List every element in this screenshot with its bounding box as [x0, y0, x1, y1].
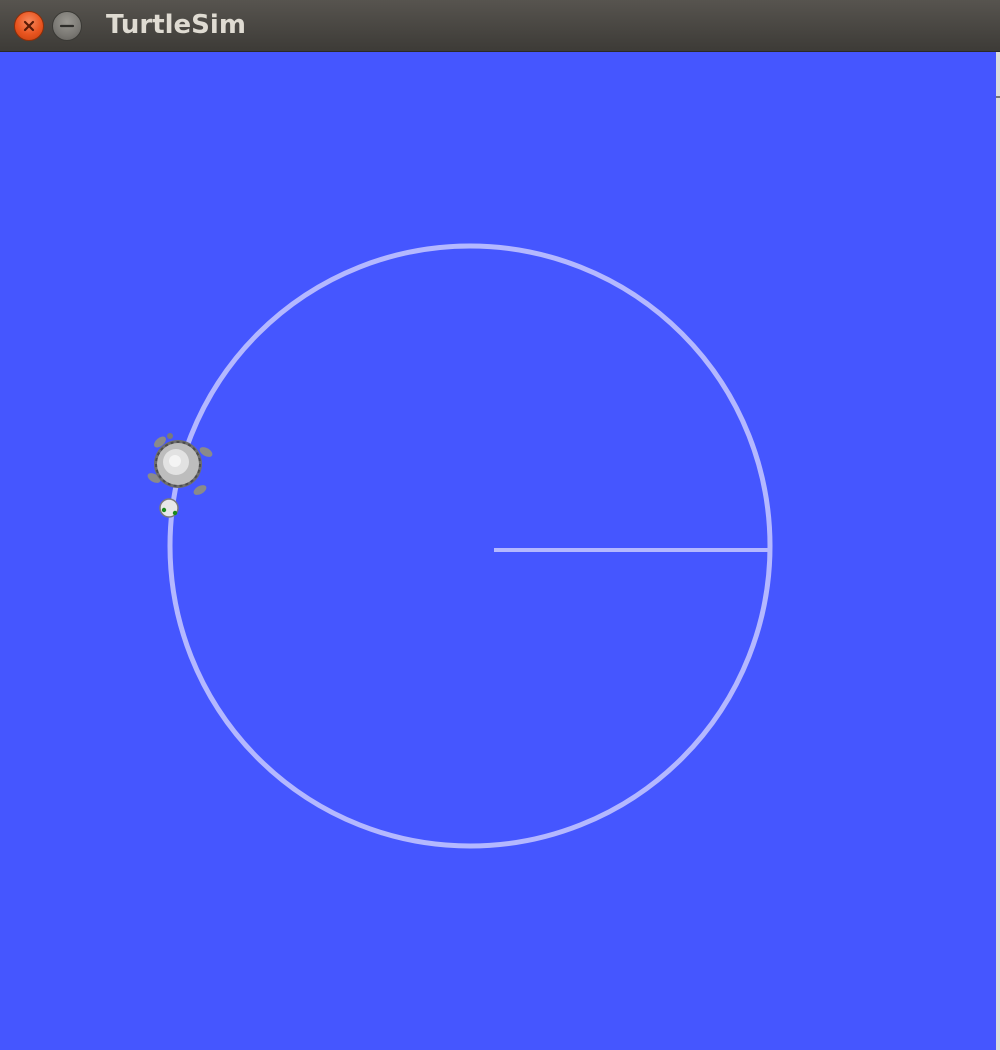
turtle-icon — [147, 433, 213, 518]
window-edge — [996, 52, 1000, 1050]
title-bar[interactable]: TurtleSim — [0, 0, 1000, 52]
minimize-button[interactable] — [52, 11, 82, 41]
window-title: TurtleSim — [106, 10, 246, 40]
minimize-icon — [59, 24, 75, 28]
pen-trail-circle — [167, 243, 773, 849]
close-button[interactable] — [14, 11, 44, 41]
window-edge-mark — [996, 96, 1000, 98]
drawing-surface — [147, 243, 773, 849]
close-icon — [23, 20, 35, 32]
turtlesim-window: TurtleSim — [0, 0, 1000, 1050]
turtle-canvas — [0, 52, 996, 1050]
